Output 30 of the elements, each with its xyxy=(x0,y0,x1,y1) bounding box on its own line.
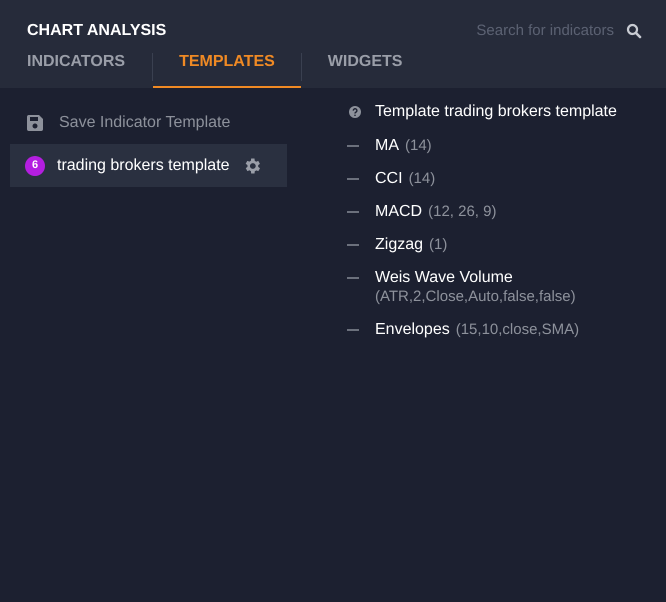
dash-icon xyxy=(347,178,359,180)
template-item[interactable]: 6 trading brokers template xyxy=(10,144,287,187)
indicator-params: (15,10,close,SMA) xyxy=(456,320,580,339)
indicator-params: (14) xyxy=(405,136,432,155)
indicator-name: Weis Wave Volume xyxy=(375,269,513,286)
tab[interactable]: WIDGETS xyxy=(302,50,428,88)
indicator-name: MA xyxy=(375,137,399,154)
indicator-name: CCI xyxy=(375,170,403,187)
search-icon[interactable] xyxy=(626,23,642,39)
indicator-params: (ATR,2,Close,Auto,false,false) xyxy=(375,287,576,306)
indicator-params: (14) xyxy=(408,169,436,188)
indicator-name: Envelopes xyxy=(375,321,450,338)
tab[interactable]: TEMPLATES xyxy=(153,50,301,88)
dash-icon xyxy=(347,329,359,331)
template-title: Template trading brokers template xyxy=(375,102,617,122)
template-name: trading brokers template xyxy=(57,156,230,176)
count-badge: 6 xyxy=(25,156,45,176)
search-field[interactable]: Search for indicators xyxy=(444,20,614,42)
indicator-name: MACD xyxy=(375,203,422,220)
dash-icon xyxy=(347,145,359,147)
indicator-params: (1) xyxy=(429,235,448,254)
window-title: CHART ANALYSIS xyxy=(27,21,166,41)
dash-icon xyxy=(347,244,359,246)
save-template-link[interactable]: Save Indicator Template xyxy=(59,111,230,135)
dash-icon xyxy=(347,211,359,213)
indicator-params: (12, 26, 9) xyxy=(428,202,496,221)
indicator-name: Zigzag xyxy=(375,236,424,253)
tab[interactable]: INDICATORS xyxy=(0,50,152,88)
help-icon xyxy=(349,106,361,118)
dash-icon xyxy=(347,277,359,279)
